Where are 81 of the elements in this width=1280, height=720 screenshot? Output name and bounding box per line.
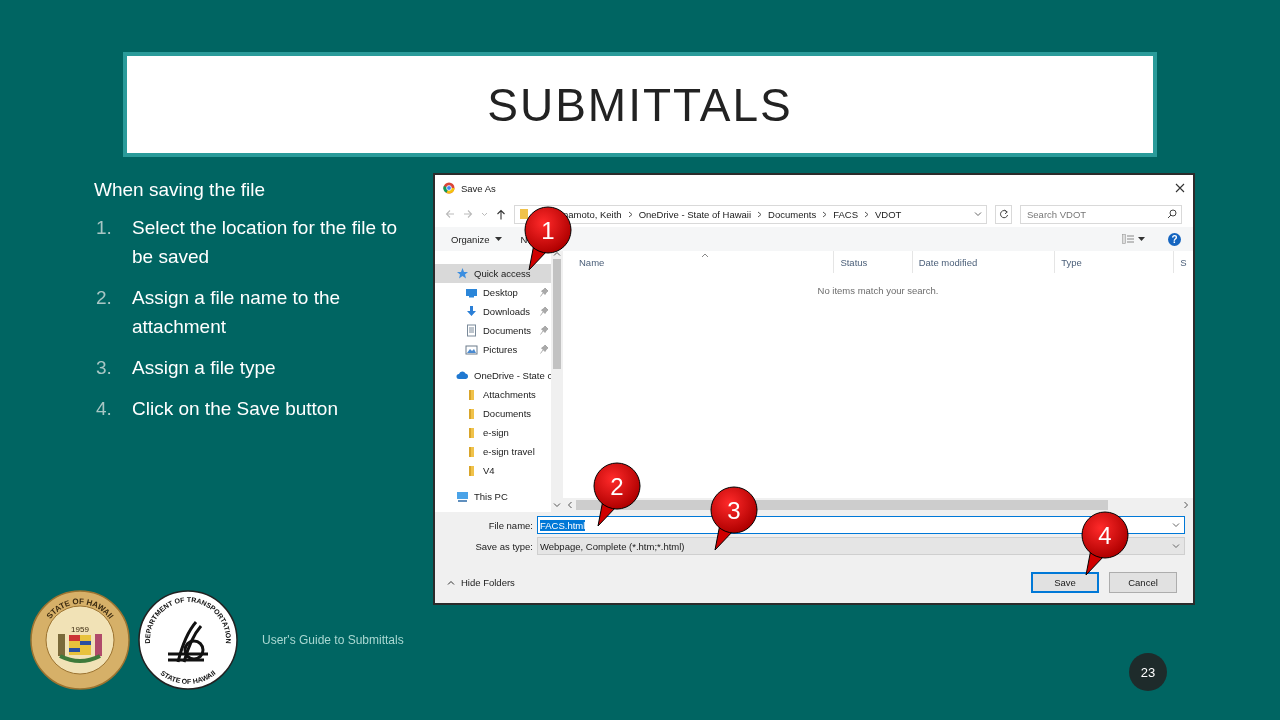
chevron-down-icon [1172, 542, 1180, 550]
hide-folders-toggle[interactable]: Hide Folders [447, 577, 515, 588]
nav-item[interactable]: OneDrive - State c [435, 366, 551, 385]
monitor-icon [465, 286, 478, 299]
organize-menu[interactable]: Organize [451, 233, 490, 245]
view-options-button[interactable] [1122, 234, 1145, 244]
refresh-button[interactable] [995, 204, 1012, 224]
step-number: 3. [95, 356, 113, 380]
step-number: 1. [95, 216, 113, 240]
window-title: Save As [461, 182, 496, 194]
chevron-up-icon [447, 579, 455, 586]
step-text: Assign a file name to the attachment [132, 286, 342, 339]
up-arrow-icon[interactable] [496, 208, 506, 220]
browser-logo-icon [443, 182, 455, 194]
save-button[interactable]: Save [1031, 572, 1099, 593]
refresh-icon [998, 209, 1009, 219]
seal-year: 1959 [71, 625, 89, 634]
chevron-right-icon [822, 210, 828, 218]
step-text: Click on the Save button [132, 397, 339, 421]
step-number: 2. [95, 286, 113, 310]
page-number: 23 [1129, 653, 1167, 691]
chevron-right-icon [627, 210, 633, 218]
nav-item[interactable]: e-sign [435, 423, 551, 442]
new-folder-button[interactable]: N [520, 233, 528, 245]
nav-item[interactable]: Attachments [435, 385, 551, 404]
footer-text: User's Guide to Submittals [262, 633, 404, 647]
folder-icon [519, 208, 529, 220]
intro-text: When saving the file [94, 179, 267, 201]
computer-icon [456, 490, 469, 503]
chevron-right-icon [1183, 501, 1189, 509]
field-label: Save as type: [474, 540, 533, 552]
chevron-right-icon [863, 210, 869, 218]
nav-item[interactable]: Quick access [435, 264, 551, 283]
chevron-up-icon [553, 251, 561, 257]
chevron-right-icon [757, 210, 763, 218]
step-text: Select the location for the file to be saved [132, 216, 399, 269]
scrollbar-thumb[interactable] [553, 259, 561, 369]
search-field[interactable]: Search VDOT [1020, 204, 1182, 224]
caret-down-icon [494, 236, 502, 242]
down-arrow-icon [465, 305, 478, 318]
nav-item[interactable]: This PC [435, 487, 551, 506]
close-icon[interactable] [1175, 183, 1185, 193]
pin-icon [540, 345, 548, 354]
breadcrumb-item[interactable]: namoto, Keith [563, 208, 622, 220]
nav-item[interactable]: Documents [435, 404, 551, 423]
step-text: Assign a file type [132, 356, 277, 380]
chevron-left-icon [567, 501, 573, 509]
help-button[interactable]: ? [1168, 232, 1181, 246]
breadcrumb-item[interactable]: OneDrive - State of Hawaii [638, 208, 752, 220]
column-header[interactable]: S [1173, 251, 1193, 273]
empty-message: No items match your search. [816, 285, 940, 296]
pin-icon [540, 307, 548, 316]
chevron-down-icon [553, 502, 561, 508]
column-header[interactable]: Name [563, 251, 834, 273]
nav-item[interactable]: Documents [435, 321, 551, 340]
vertical-scrollbar[interactable] [551, 251, 563, 512]
slide-title: SUBMITTALS [487, 77, 793, 132]
step-number: 4. [95, 397, 113, 421]
pin-icon [540, 288, 548, 297]
chevron-down-icon [1172, 521, 1180, 529]
nav-item[interactable]: Downloads [435, 302, 551, 321]
column-header[interactable]: Date modified [911, 251, 1055, 273]
column-header[interactable]: Type [1054, 251, 1174, 273]
column-header[interactable]: Status [833, 251, 912, 273]
view-list-icon [1122, 234, 1134, 244]
picture-icon [465, 343, 478, 356]
star-icon [456, 267, 469, 280]
cancel-button[interactable]: Cancel [1109, 572, 1177, 593]
nav-item[interactable]: Desktop [435, 283, 551, 302]
document-icon [465, 324, 478, 337]
caret-down-icon [1138, 236, 1145, 242]
breadcrumb-item[interactable]: FACS [833, 208, 858, 220]
cloud-icon [456, 369, 469, 382]
nav-item[interactable]: e-sign travel [435, 442, 551, 461]
nav-item[interactable]: Pictures [435, 340, 551, 359]
sort-caret-icon [701, 253, 710, 258]
breadcrumb-item[interactable]: VDOT [874, 208, 902, 220]
pin-icon [540, 326, 548, 335]
nav-item[interactable]: V4 [435, 461, 551, 480]
breadcrumb-item[interactable]: Documents [768, 208, 817, 220]
field-label: File name: [487, 519, 533, 531]
